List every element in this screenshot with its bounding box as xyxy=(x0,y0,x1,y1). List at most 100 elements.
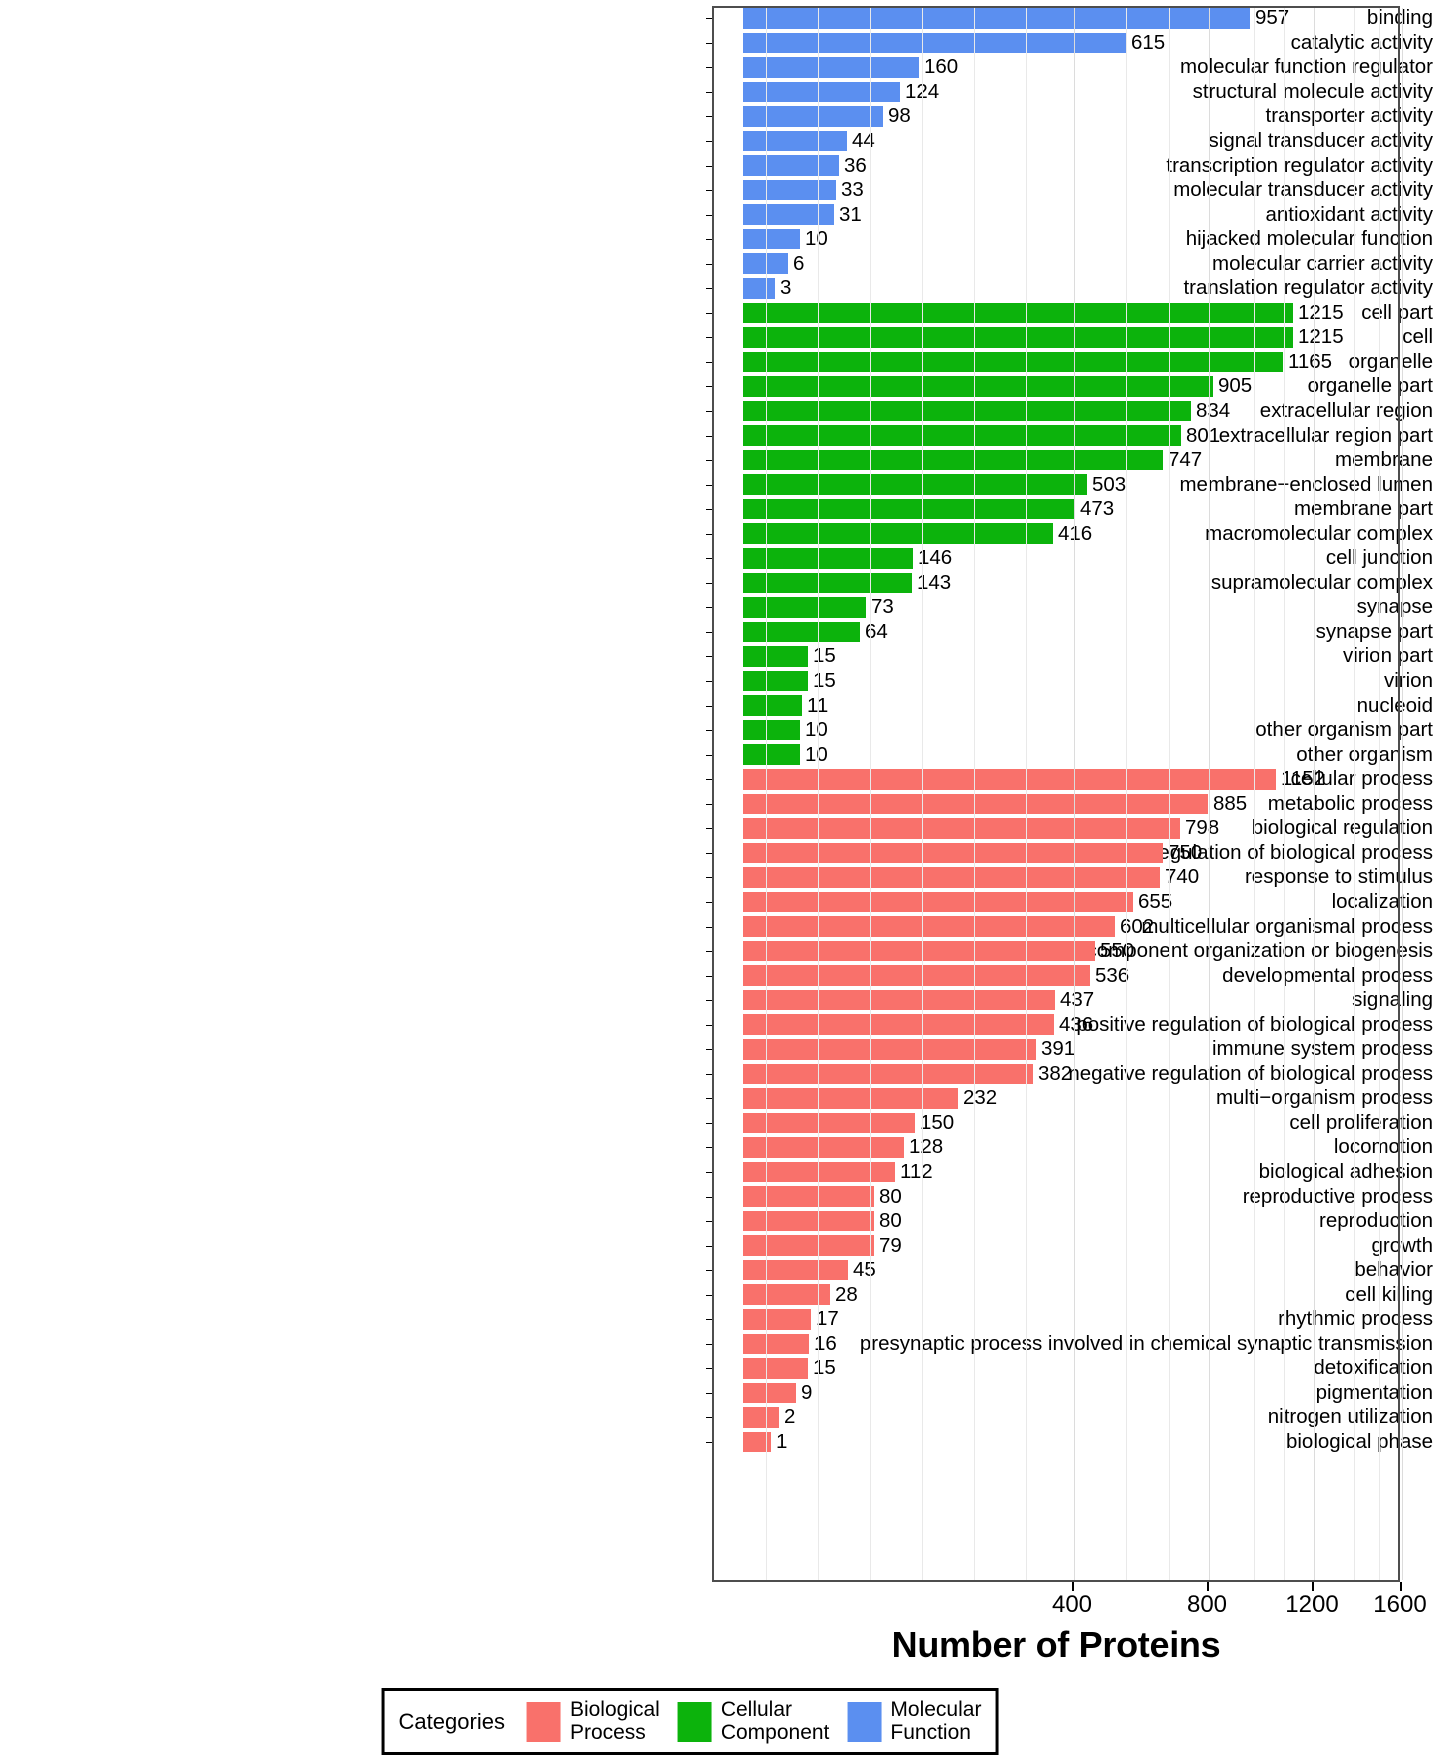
bar xyxy=(743,1382,796,1404)
bar xyxy=(743,793,1208,815)
bar-row: molecular transducer activity 33 xyxy=(0,178,1434,203)
x-axis-title: Number of Proteins xyxy=(891,1624,1221,1665)
bar-row: cell proliferation 150 xyxy=(0,1111,1434,1136)
bar-row: organelle part 905 xyxy=(0,374,1434,399)
bar-value-label: 124 xyxy=(905,79,940,103)
bar-row: biological phase 1 xyxy=(0,1430,1434,1455)
bar-chart: binding 957 catalytic activity 615 molecular… xyxy=(0,0,1434,1665)
x-tick xyxy=(1312,1582,1314,1591)
bar-row: hijacked molecular function 10 xyxy=(0,227,1434,252)
bar-row: rhythmic process 17 xyxy=(0,1307,1434,1332)
legend-label: Biological Process xyxy=(569,1698,660,1744)
bar-track: 1215 xyxy=(712,301,1400,326)
bar-value-label: 905 xyxy=(1218,374,1253,398)
bar-row: other organism 10 xyxy=(0,742,1434,767)
bar xyxy=(743,989,1055,1011)
chart-legend: Categories Biological Process Cellular Co… xyxy=(381,1688,999,1756)
bar xyxy=(743,179,836,201)
bar-track: 9 xyxy=(712,1381,1400,1406)
bar-track: 382 xyxy=(712,1062,1400,1087)
x-tick xyxy=(1207,1582,1209,1591)
bar xyxy=(743,130,847,152)
bar-value-label: 15 xyxy=(813,668,836,692)
bar-value-label: 98 xyxy=(888,104,911,128)
bar-row: cell junction 146 xyxy=(0,546,1434,571)
bar xyxy=(743,1088,958,1109)
x-tick-label: 800 xyxy=(1186,1591,1228,1618)
bar xyxy=(743,302,1293,324)
bar-row: multicellular organismal process 602 xyxy=(0,914,1434,939)
bar-value-label: 3 xyxy=(780,276,792,300)
bar-row: structural molecule activity 124 xyxy=(0,80,1434,105)
bar-row: supramolecular complex 143 xyxy=(0,571,1434,596)
bar xyxy=(743,548,913,569)
bar xyxy=(743,106,883,127)
bar-value-label: 1165 xyxy=(1288,349,1333,373)
bar-row: cell part 1215 xyxy=(0,301,1434,326)
bar-row: reproductive process 80 xyxy=(0,1184,1434,1209)
bar-track: 550 xyxy=(712,939,1400,964)
bar-value-label: 44 xyxy=(852,128,875,152)
bar-track: 391 xyxy=(712,1037,1400,1062)
bar-track: 150 xyxy=(712,1111,1400,1136)
bar-value-label: 80 xyxy=(879,1184,902,1208)
bar-value-label: 10 xyxy=(805,226,828,250)
bar-track: 1 xyxy=(712,1430,1400,1455)
bar xyxy=(743,81,900,103)
bar-track: 232 xyxy=(712,1086,1400,1111)
bar-value-label: 17 xyxy=(816,1307,839,1330)
bar-row: behavior 45 xyxy=(0,1258,1434,1283)
bar-track: 747 xyxy=(712,448,1400,473)
bar xyxy=(743,204,834,225)
bar xyxy=(743,498,1075,520)
bar xyxy=(743,670,808,692)
bar-value-label: 503 xyxy=(1092,472,1127,496)
bar xyxy=(743,376,1213,397)
bar xyxy=(743,621,860,643)
bar-value-label: 36 xyxy=(844,153,867,177)
bar-track: 750 xyxy=(712,841,1400,866)
bar-track: 10 xyxy=(712,227,1400,252)
bar xyxy=(743,695,802,716)
bar-row: immune system process 391 xyxy=(0,1037,1434,1062)
bar xyxy=(743,278,775,299)
bar-track: 536 xyxy=(712,963,1400,988)
bar-value-label: 160 xyxy=(924,55,959,79)
bar-row: localization 655 xyxy=(0,890,1434,915)
bar-row: cell 1215 xyxy=(0,325,1434,350)
bar-row: binding 957 xyxy=(0,6,1434,31)
bar xyxy=(743,768,1276,790)
bar-track: 10 xyxy=(712,742,1400,767)
bar xyxy=(743,1112,915,1134)
bar-value-label: 10 xyxy=(805,717,828,741)
bar-value-label: 9 xyxy=(801,1380,813,1404)
bar-value-label: 150 xyxy=(920,1110,955,1134)
bar-value-label: 64 xyxy=(865,619,888,643)
bar-track: 33 xyxy=(712,178,1400,203)
bar-track: 44 xyxy=(712,129,1400,154)
bar-row: translation regulator activity 3 xyxy=(0,276,1434,301)
bar-row: presynaptic process involved in chemical… xyxy=(0,1332,1434,1357)
bar-row: cellular process 1152 xyxy=(0,767,1434,792)
bar-track: 124 xyxy=(712,80,1400,105)
bar xyxy=(743,1161,895,1183)
bar-value-label: 550 xyxy=(1100,938,1135,962)
bar-track: 1215 xyxy=(712,325,1400,350)
bar xyxy=(743,449,1163,471)
bar-track: 15 xyxy=(712,1356,1400,1381)
bar-track: 160 xyxy=(712,55,1400,80)
legend-color-swatch xyxy=(526,1701,561,1742)
bar-row: molecular function regulator 160 xyxy=(0,55,1434,80)
bar-row: multi−organism process 232 xyxy=(0,1086,1434,1111)
bar-track: 801 xyxy=(712,423,1400,448)
bar xyxy=(743,597,866,618)
bar xyxy=(743,8,1250,29)
chart-root: binding 957 catalytic activity 615 molecular… xyxy=(0,0,1434,1757)
bar-value-label: 416 xyxy=(1058,521,1093,545)
bar-track: 10 xyxy=(712,718,1400,743)
bar xyxy=(743,1358,808,1379)
bar-row: locomotion 128 xyxy=(0,1135,1434,1160)
bar-value-label: 1 xyxy=(776,1429,788,1453)
bar xyxy=(743,1431,771,1453)
bar xyxy=(743,253,788,275)
